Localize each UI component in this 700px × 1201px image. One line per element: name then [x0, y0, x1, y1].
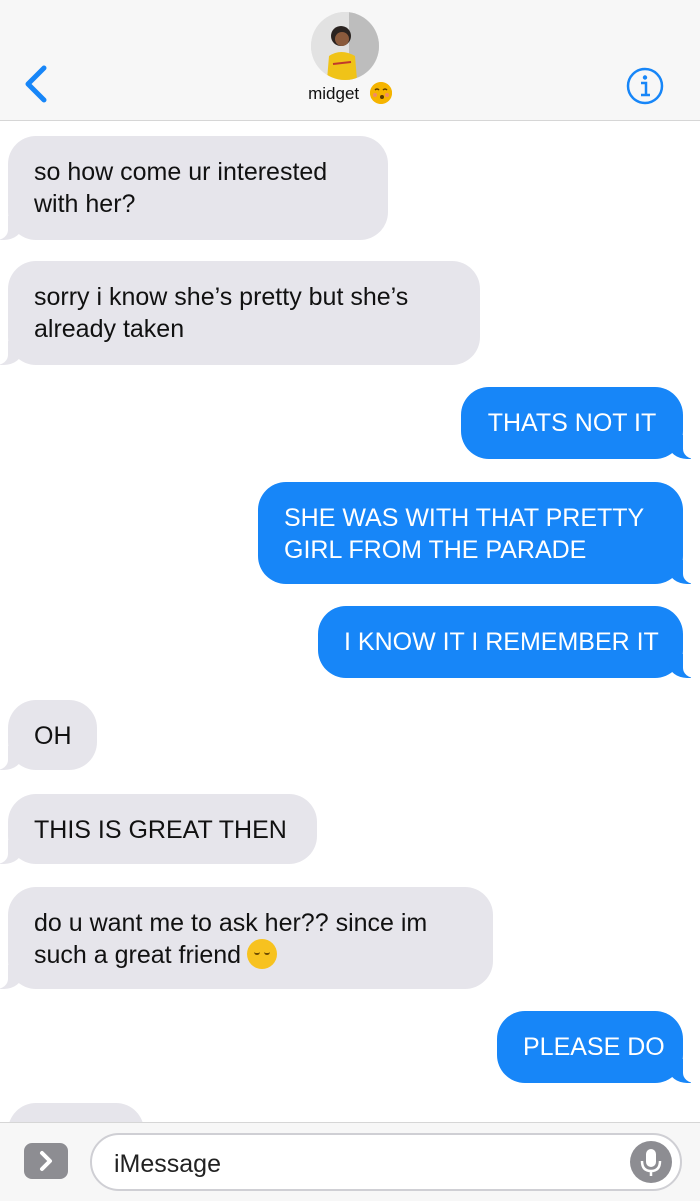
message-line: THIS IS GREAT THEN	[34, 816, 287, 844]
message-line: already taken	[34, 315, 185, 343]
contact-name-row[interactable]: midget	[0, 82, 700, 104]
message-thread[interactable]: so how come ur interested with her? sorr…	[0, 121, 700, 1173]
app-drawer-button[interactable]	[24, 1143, 68, 1179]
outgoing-message[interactable]: I KNOW IT I REMEMBER IT	[318, 606, 700, 678]
chevron-right-icon	[40, 1151, 52, 1171]
contact-name: midget	[308, 84, 360, 103]
message-line: sorry i know she’s pretty but she’s	[34, 283, 409, 311]
incoming-message[interactable]: OH	[0, 700, 97, 770]
outgoing-message[interactable]: SHE WAS WITH THAT PRETTY GIRL FROM THE P…	[258, 482, 700, 584]
outgoing-message[interactable]: THATS NOT IT	[461, 387, 700, 459]
relieved-face-emoji-icon	[247, 939, 278, 969]
contact-avatar[interactable]	[311, 12, 379, 80]
message-input[interactable]	[112, 1145, 616, 1183]
message-line: so how come ur interested	[34, 158, 328, 186]
incoming-message[interactable]: THIS IS GREAT THEN	[0, 794, 317, 864]
message-line: do u want me to ask her?? since im	[34, 909, 428, 937]
message-line: OH	[34, 722, 72, 750]
conversation-header: midget	[0, 0, 700, 121]
message-line: with her?	[34, 190, 136, 218]
message-field[interactable]	[90, 1133, 682, 1191]
incoming-message[interactable]: sorry i know she’s pretty but she’s alre…	[0, 261, 480, 365]
message-line-with-emoji: such a great friend	[34, 939, 467, 971]
message-line: THATS NOT IT	[487, 409, 657, 437]
info-icon[interactable]	[625, 66, 665, 106]
dictation-button[interactable]	[630, 1141, 672, 1183]
message-line: GIRL FROM THE PARADE	[284, 536, 587, 564]
outgoing-message[interactable]: PLEASE DO	[497, 1011, 700, 1083]
message-composer	[0, 1122, 700, 1201]
incoming-message[interactable]: so how come ur interested with her?	[0, 136, 388, 240]
message-line: PLEASE DO	[523, 1033, 665, 1061]
microphone-icon	[640, 1149, 662, 1176]
message-line: such a great friend	[34, 941, 242, 969]
incoming-message[interactable]: do u want me to ask her?? since im such …	[0, 887, 493, 989]
message-line: I KNOW IT I REMEMBER IT	[344, 628, 659, 656]
kissing-face-emoji-icon	[369, 82, 392, 104]
message-line: SHE WAS WITH THAT PRETTY	[284, 504, 645, 532]
